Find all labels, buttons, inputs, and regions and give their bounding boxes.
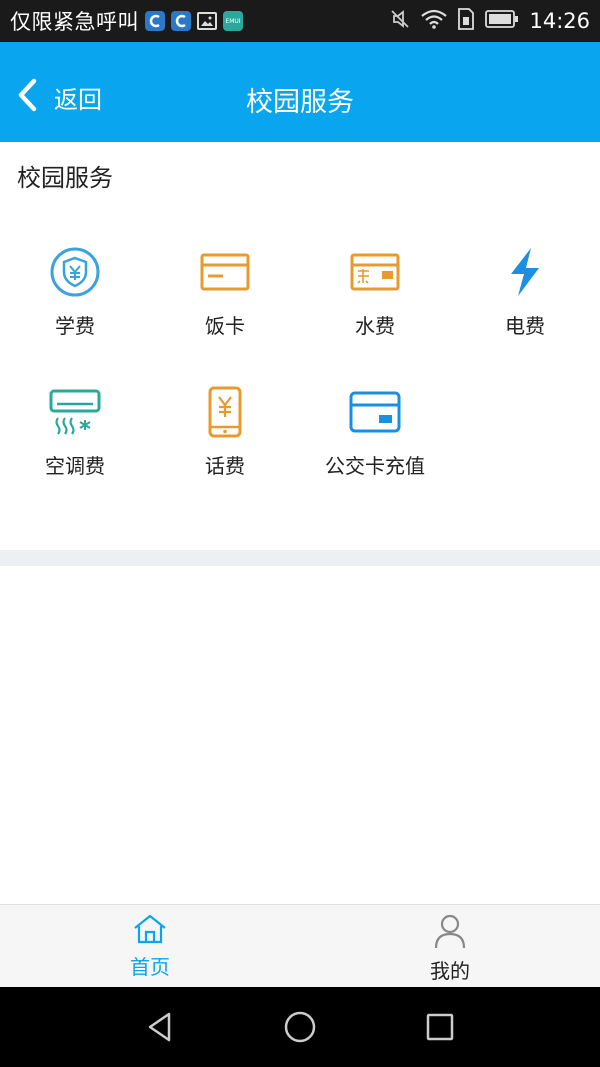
phone-yen-icon <box>195 382 255 442</box>
service-label: 学费 <box>55 314 95 338</box>
service-label: 电费 <box>505 314 545 338</box>
nav-mine-label: 我的 <box>430 959 470 983</box>
service-phone-fee[interactable]: 话费 <box>150 382 300 492</box>
mute-icon <box>389 8 411 34</box>
service-electricity-fee[interactable]: 电费 <box>450 242 600 352</box>
section-title: 校园服务 <box>17 164 113 192</box>
tuition-shield-yen-icon <box>45 242 105 302</box>
nav-home[interactable]: 首页 <box>0 905 300 987</box>
sim-card-icon <box>457 8 475 34</box>
section-divider <box>0 550 600 566</box>
page-title: 校园服务 <box>246 87 354 118</box>
service-label: 空调费 <box>45 454 105 478</box>
status-left: 仅限紧急呼叫 EMUI <box>10 6 389 36</box>
service-label: 话费 <box>205 454 245 478</box>
system-home-icon[interactable] <box>275 1002 325 1052</box>
service-water-fee[interactable]: 水费 <box>300 242 450 352</box>
nav-mine[interactable]: 我的 <box>300 905 600 987</box>
app-notification-icon <box>145 11 165 31</box>
status-bar: 仅限紧急呼叫 EMUI 14:26 <box>0 0 600 42</box>
status-right: 14:26 <box>389 8 590 34</box>
system-back-icon[interactable] <box>135 1002 185 1052</box>
user-icon <box>433 913 467 953</box>
campus-services-section: 校园服务 学费 饭卡 水费 电费 空调费 话费 公交卡充值 <box>0 142 600 550</box>
battery-icon <box>485 10 519 32</box>
nav-home-label: 首页 <box>130 955 170 979</box>
app-notification-icon-2 <box>171 11 191 31</box>
carrier-text: 仅限紧急呼叫 <box>10 10 139 34</box>
app-header: 返回 校园服务 <box>0 42 600 142</box>
air-conditioner-icon <box>45 382 105 442</box>
water-card-icon <box>345 242 405 302</box>
bus-card-icon <box>345 382 405 442</box>
bottom-nav: 首页 我的 <box>0 904 600 987</box>
home-icon <box>132 913 168 949</box>
service-label: 公交卡充值 <box>325 454 425 478</box>
lightning-bolt-icon <box>495 242 555 302</box>
image-notification-icon <box>197 12 217 30</box>
service-ac-fee[interactable]: 空调费 <box>0 382 150 492</box>
emui-notification-icon: EMUI <box>223 11 243 31</box>
service-label: 饭卡 <box>205 314 245 338</box>
service-bus-card-topup[interactable]: 公交卡充值 <box>300 382 450 492</box>
system-recents-icon[interactable] <box>415 1002 465 1052</box>
wifi-icon <box>421 9 448 33</box>
status-time: 14:26 <box>529 9 590 33</box>
service-tuition[interactable]: 学费 <box>0 242 150 352</box>
service-meal-card[interactable]: 饭卡 <box>150 242 300 352</box>
meal-card-icon <box>195 242 255 302</box>
system-nav-bar <box>0 987 600 1067</box>
service-label: 水费 <box>355 314 395 338</box>
